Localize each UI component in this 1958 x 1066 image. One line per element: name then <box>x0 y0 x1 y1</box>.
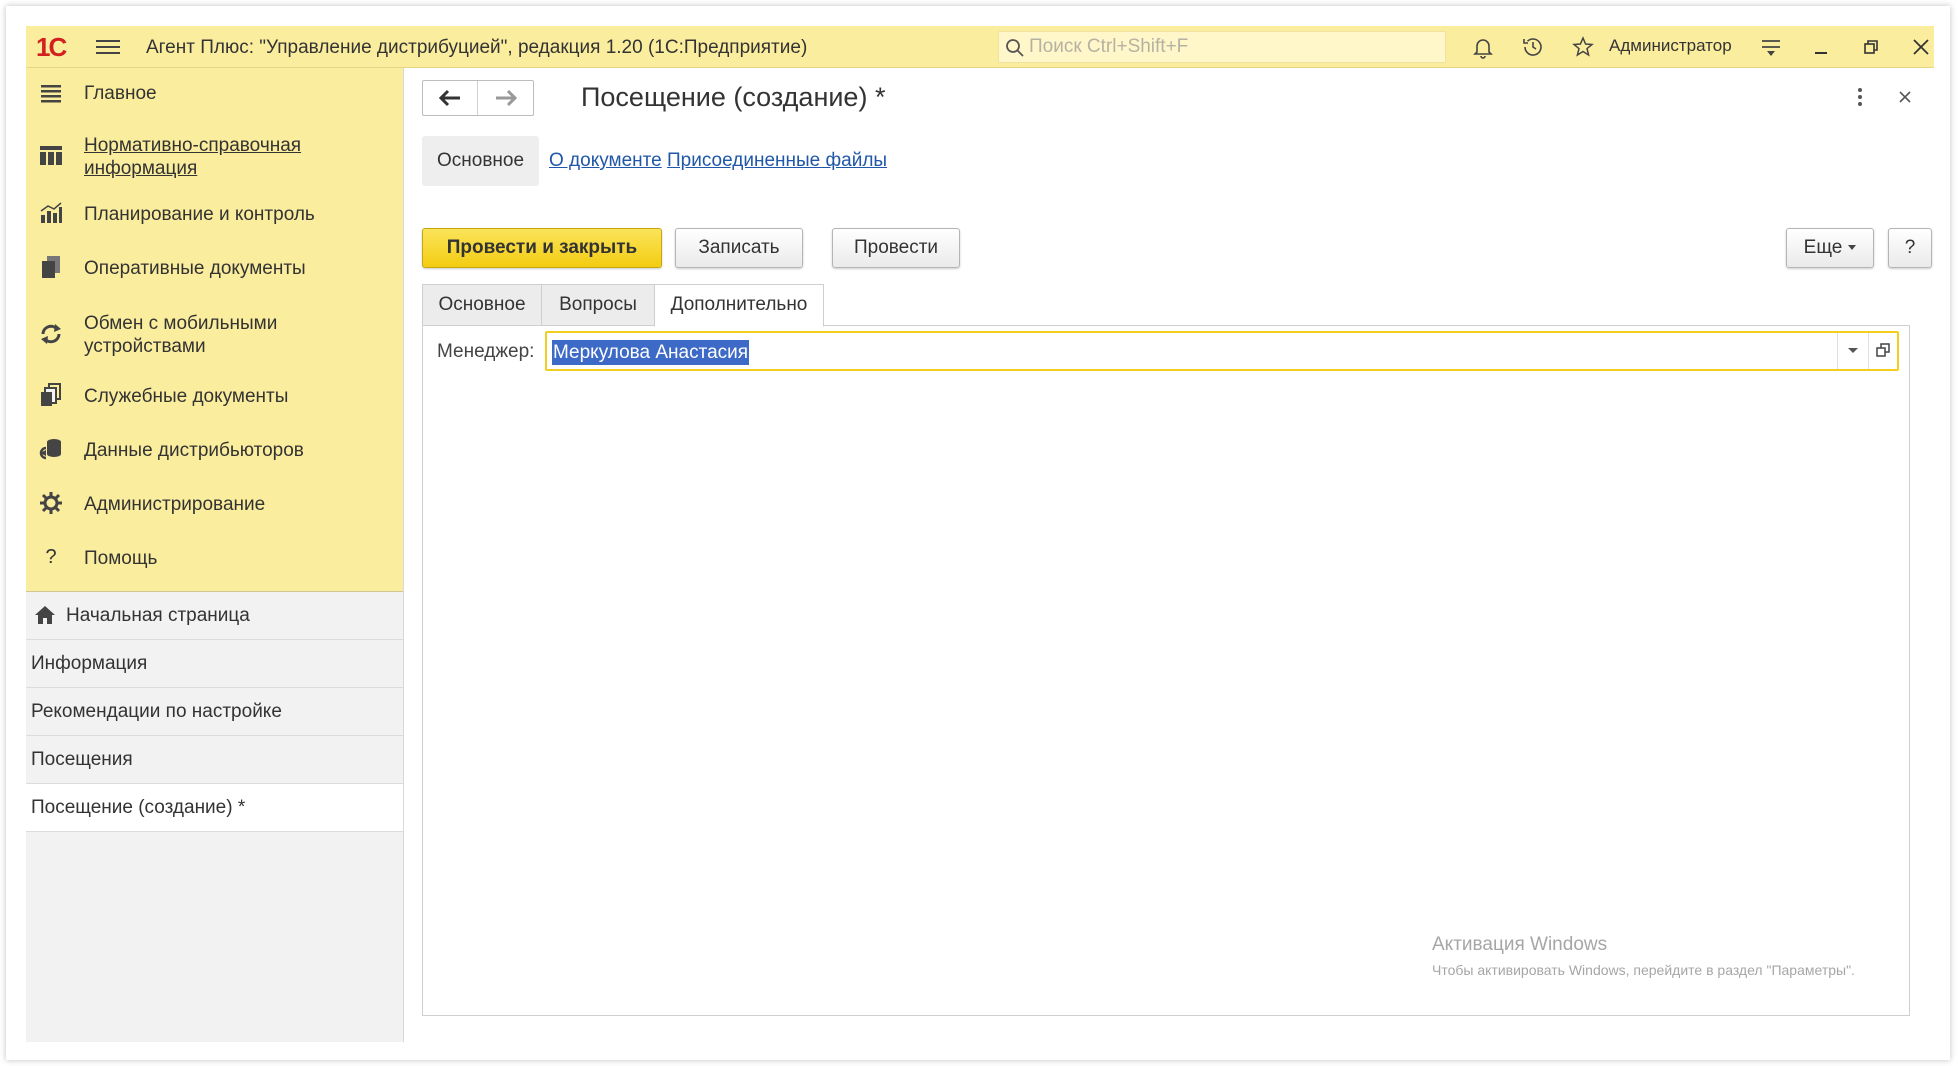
bell-icon[interactable] <box>1471 35 1495 59</box>
panel-tab-about[interactable]: О документе <box>549 136 662 186</box>
windows-activation-watermark: Активация Windows Чтобы активировать Win… <box>1432 934 1855 978</box>
open-window-icon <box>1876 343 1890 357</box>
open-window-visits[interactable]: Посещения <box>26 736 403 784</box>
tab-additional[interactable]: Дополнительно <box>654 284 824 327</box>
app-title: Агент Плюс: "Управление дистрибуцией", р… <box>146 37 808 58</box>
minimize-icon[interactable] <box>1809 35 1833 59</box>
form-area: Посещение (создание) * Основное О докуме… <box>404 68 1934 1042</box>
section-planning[interactable]: Планирование и контроль <box>26 198 403 232</box>
help-button[interactable]: ? <box>1888 228 1932 268</box>
arrow-right-icon <box>496 89 518 107</box>
panel-tab-attached-files[interactable]: Присоединенные файлы <box>667 136 887 186</box>
open-window-label: Посещения <box>31 749 133 770</box>
hamburger-line <box>96 46 120 48</box>
open-window-visit-create[interactable]: Посещение (создание) * <box>26 784 403 832</box>
main-menu-button[interactable] <box>96 37 120 57</box>
arrow-left-icon <box>438 89 460 107</box>
section-label: Оперативные документы <box>84 258 306 279</box>
sections-panel: Главное Нормативно-справочная информация… <box>26 68 403 592</box>
navigation-buttons <box>422 80 534 116</box>
gear-icon <box>40 492 62 514</box>
chart-icon <box>40 202 62 223</box>
restore-icon[interactable] <box>1859 35 1883 59</box>
section-distributor-data[interactable]: Данные дистрибьюторов <box>26 434 403 468</box>
sync-icon <box>41 324 61 344</box>
close-form-icon[interactable] <box>1896 88 1914 106</box>
form-title: Посещение (создание) * <box>581 82 886 112</box>
app-logo: 1С <box>36 32 67 62</box>
open-window-label: Информация <box>31 653 148 674</box>
section-label: Администрирование <box>84 494 266 515</box>
section-label: Нормативно-справочная информация <box>84 135 302 179</box>
star-icon[interactable] <box>1571 35 1595 59</box>
section-label: Данные дистрибьюторов <box>84 440 304 461</box>
section-catalogs[interactable]: Нормативно-справочная информация <box>26 128 403 184</box>
title-bar: 1С Агент Плюс: "Управление дистрибуцией"… <box>26 26 1934 68</box>
database-icon <box>39 439 61 460</box>
tab-main[interactable]: Основное <box>422 284 542 326</box>
section-label: Главное <box>84 83 157 104</box>
search-input[interactable] <box>1029 34 1439 60</box>
tab-questions[interactable]: Вопросы <box>541 284 655 326</box>
open-window-label: Посещение (создание) * <box>31 797 246 818</box>
open-window-home[interactable]: Начальная страница <box>26 592 403 640</box>
more-actions-icon[interactable] <box>1853 88 1867 110</box>
open-window-label: Начальная страница <box>66 605 250 626</box>
manager-label: Менеджер: <box>437 341 535 362</box>
panel-tab-main[interactable]: Основное <box>422 136 540 186</box>
service-documents-icon <box>41 383 61 406</box>
section-label: Служебные документы <box>84 386 289 407</box>
section-help[interactable]: ? Помощь <box>26 542 403 576</box>
history-icon[interactable] <box>1521 35 1545 59</box>
forward-button[interactable] <box>479 81 534 115</box>
more-button[interactable]: Еще <box>1786 228 1874 268</box>
more-button-label: Еще <box>1803 237 1843 258</box>
catalog-icon <box>40 146 62 165</box>
documents-icon <box>42 256 60 278</box>
sidebar: Главное Нормативно-справочная информация… <box>26 68 404 1042</box>
home-icon <box>35 606 55 624</box>
section-label: Планирование и контроль <box>84 204 315 225</box>
section-label: Помощь <box>84 548 158 569</box>
open-window-label: Рекомендации по настройке <box>31 701 282 722</box>
section-service-documents[interactable]: Служебные документы <box>26 380 403 414</box>
manager-field[interactable]: Меркулова Анастасия <box>545 331 1899 371</box>
current-user[interactable]: Администратор <box>1609 36 1732 56</box>
chevron-down-icon <box>1848 245 1857 251</box>
post-and-close-button[interactable]: Провести и закрыть <box>422 228 662 268</box>
section-mobile-exchange[interactable]: Обмен с мобильными устройствами <box>26 306 403 362</box>
section-label: Обмен с мобильными устройствами <box>84 313 278 357</box>
application-window: 1С Агент Плюс: "Управление дистрибуцией"… <box>26 26 1934 1042</box>
back-button[interactable] <box>423 81 478 115</box>
open-item-button[interactable] <box>1868 333 1897 369</box>
list-icon <box>41 85 61 103</box>
global-search[interactable] <box>998 31 1446 63</box>
section-main[interactable]: Главное <box>26 78 403 112</box>
open-window-recommendations[interactable]: Рекомендации по настройке <box>26 688 403 736</box>
hamburger-line <box>96 40 120 42</box>
search-icon <box>1006 39 1024 57</box>
manager-input[interactable] <box>551 337 1825 365</box>
section-administration[interactable]: Администрирование <box>26 488 403 522</box>
hamburger-line <box>96 52 120 54</box>
watermark-text: Чтобы активировать Windows, перейдите в … <box>1432 962 1855 978</box>
post-button[interactable]: Провести <box>832 228 960 268</box>
save-button[interactable]: Записать <box>675 228 803 268</box>
close-icon[interactable] <box>1909 35 1933 59</box>
watermark-title: Активация Windows <box>1432 934 1608 955</box>
help-icon: ? <box>45 546 57 568</box>
tab-panel-additional: Менеджер: Меркулова Анастасия <box>422 325 1910 1016</box>
dropdown-button[interactable] <box>1837 333 1867 369</box>
section-operational-documents[interactable]: Оперативные документы <box>26 252 403 286</box>
open-window-info[interactable]: Информация <box>26 640 403 688</box>
settings-menu-icon[interactable] <box>1759 35 1783 59</box>
